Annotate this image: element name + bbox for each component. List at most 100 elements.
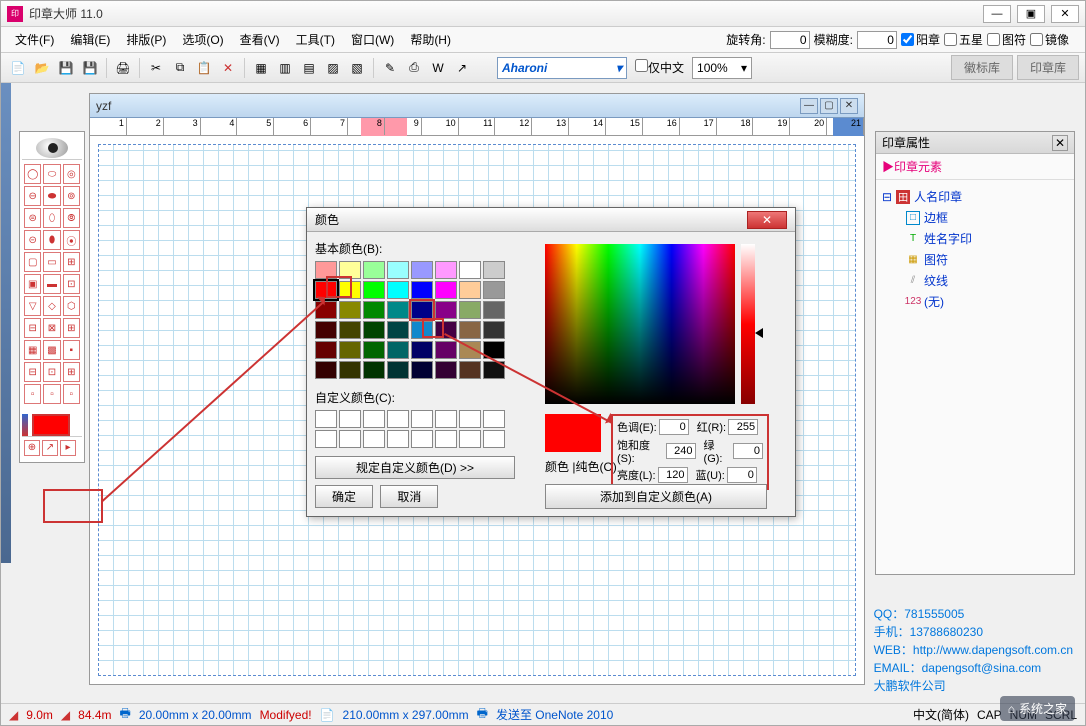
shape-oval[interactable]: ⬭ <box>43 164 60 184</box>
shape-f2[interactable]: ⬮ <box>43 230 60 250</box>
shape-h2[interactable]: ▩ <box>43 340 60 360</box>
basic-swatch[interactable] <box>363 261 385 279</box>
custom-swatch[interactable] <box>435 410 457 428</box>
basic-swatch[interactable] <box>315 361 337 379</box>
menu-file[interactable]: 文件(F) <box>7 27 62 52</box>
basic-swatch[interactable] <box>459 261 481 279</box>
custom-swatch[interactable] <box>363 410 385 428</box>
menu-tools[interactable]: 工具(T) <box>288 27 343 52</box>
green-input[interactable] <box>733 443 763 459</box>
tree-lines[interactable]: ⫽纹线 <box>906 270 1068 291</box>
current-color-swatch[interactable] <box>32 414 70 436</box>
basic-swatch[interactable] <box>363 321 385 339</box>
define-custom-button[interactable]: 规定自定义颜色(D) >> <box>315 456 515 479</box>
basic-swatch[interactable] <box>339 301 361 319</box>
basic-swatch[interactable] <box>339 341 361 359</box>
basic-swatch[interactable] <box>387 301 409 319</box>
shape-sq[interactable]: ▢ <box>24 252 41 272</box>
doc-max[interactable]: ▢ <box>820 98 838 114</box>
delete-button[interactable]: ✕ <box>217 57 239 79</box>
shape-tri[interactable]: ▽ <box>24 296 41 316</box>
basic-swatch[interactable] <box>339 321 361 339</box>
custom-swatch[interactable] <box>339 430 361 448</box>
shape-e1[interactable]: ⊜ <box>24 208 41 228</box>
shape-j1[interactable]: ▫ <box>24 384 41 404</box>
doc-close[interactable]: ✕ <box>840 98 858 114</box>
pal-tool-2[interactable]: ↗ <box>42 440 58 456</box>
basic-swatch[interactable] <box>435 281 457 299</box>
tool-c[interactable]: ▤ <box>298 57 320 79</box>
basic-swatch[interactable] <box>387 321 409 339</box>
basic-swatch[interactable] <box>387 261 409 279</box>
shape-f1[interactable]: ⊝ <box>24 230 41 250</box>
custom-swatch[interactable] <box>483 430 505 448</box>
zoom-select[interactable]: 100%▾ <box>692 57 752 79</box>
open-button[interactable]: 📂 <box>31 57 53 79</box>
basic-swatch[interactable] <box>483 261 505 279</box>
basic-swatch[interactable] <box>363 361 385 379</box>
custom-swatch[interactable] <box>315 410 337 428</box>
basic-swatch[interactable] <box>483 321 505 339</box>
shape-grid[interactable]: ⊞ <box>63 252 80 272</box>
tool-d[interactable]: ▨ <box>322 57 344 79</box>
menu-window[interactable]: 窗口(W) <box>343 27 402 52</box>
tool-g[interactable]: ⎙ <box>403 57 425 79</box>
shape-j3[interactable]: ▫ <box>63 384 80 404</box>
shape-e3[interactable]: ⦾ <box>63 208 80 228</box>
dialog-close-button[interactable]: ✕ <box>747 211 787 229</box>
basic-swatch[interactable] <box>339 361 361 379</box>
maximize-button[interactable]: ▣ <box>1017 5 1045 23</box>
tool-f[interactable]: ✎ <box>379 57 401 79</box>
tab-stamp-lib[interactable]: 印章库 <box>1017 55 1079 80</box>
menu-help[interactable]: 帮助(H) <box>402 27 459 52</box>
shape-target[interactable]: ⊖ <box>24 186 41 206</box>
custom-swatch[interactable] <box>387 430 409 448</box>
pal-tool-1[interactable]: ⊕ <box>24 440 40 456</box>
custom-swatch[interactable] <box>315 430 337 448</box>
tree-name-text[interactable]: T姓名字印 <box>906 228 1068 249</box>
shape-doval[interactable]: ⬬ <box>43 186 60 206</box>
custom-swatch[interactable] <box>363 430 385 448</box>
shape-rect[interactable]: ▭ <box>43 252 60 272</box>
new-button[interactable]: 📄 <box>7 57 29 79</box>
basic-swatch[interactable] <box>363 281 385 299</box>
basic-swatch[interactable] <box>459 321 481 339</box>
close-button[interactable]: ✕ <box>1051 5 1079 23</box>
shape-g3[interactable]: ⊞ <box>63 318 80 338</box>
shape-f3[interactable]: ⦿ <box>63 230 80 250</box>
shape-hex[interactable]: ⬡ <box>63 296 80 316</box>
blue-input[interactable] <box>727 467 757 483</box>
shape-j2[interactable]: ▫ <box>43 384 60 404</box>
tool-e[interactable]: ▧ <box>346 57 368 79</box>
tree-symbol[interactable]: ▦图符 <box>906 249 1068 270</box>
doc-min[interactable]: — <box>800 98 818 114</box>
basic-swatch[interactable] <box>435 261 457 279</box>
cancel-button[interactable]: 取消 <box>380 485 438 508</box>
sat-input[interactable] <box>666 443 696 459</box>
custom-swatch[interactable] <box>411 430 433 448</box>
menu-layout[interactable]: 排版(P) <box>118 27 174 52</box>
shape-box[interactable]: ⊡ <box>63 274 80 294</box>
hue-input[interactable] <box>659 419 689 435</box>
hue-bar[interactable] <box>741 244 755 404</box>
copy-button[interactable]: ⧉ <box>169 57 191 79</box>
rotate-input[interactable] <box>770 31 810 49</box>
add-custom-button[interactable]: 添加到自定义颜色(A) <box>545 484 767 509</box>
tool-i[interactable]: ↗ <box>451 57 473 79</box>
basic-swatch[interactable] <box>435 301 457 319</box>
shape-i2[interactable]: ⊡ <box>43 362 60 382</box>
shape-h1[interactable]: ▦ <box>24 340 41 360</box>
basic-swatch[interactable] <box>363 301 385 319</box>
shape-dsq[interactable]: ▣ <box>24 274 41 294</box>
basic-swatch[interactable] <box>435 341 457 359</box>
shape-drect[interactable]: ▬ <box>43 274 60 294</box>
tool-h[interactable]: W <box>427 57 449 79</box>
basic-swatch[interactable] <box>315 321 337 339</box>
basic-swatch[interactable] <box>483 301 505 319</box>
basic-swatch[interactable] <box>459 361 481 379</box>
basic-swatch[interactable] <box>459 301 481 319</box>
basic-swatch[interactable] <box>411 261 433 279</box>
tool-a[interactable]: ▦ <box>250 57 272 79</box>
shape-circle[interactable]: ◯ <box>24 164 41 184</box>
color-field[interactable] <box>545 244 735 404</box>
